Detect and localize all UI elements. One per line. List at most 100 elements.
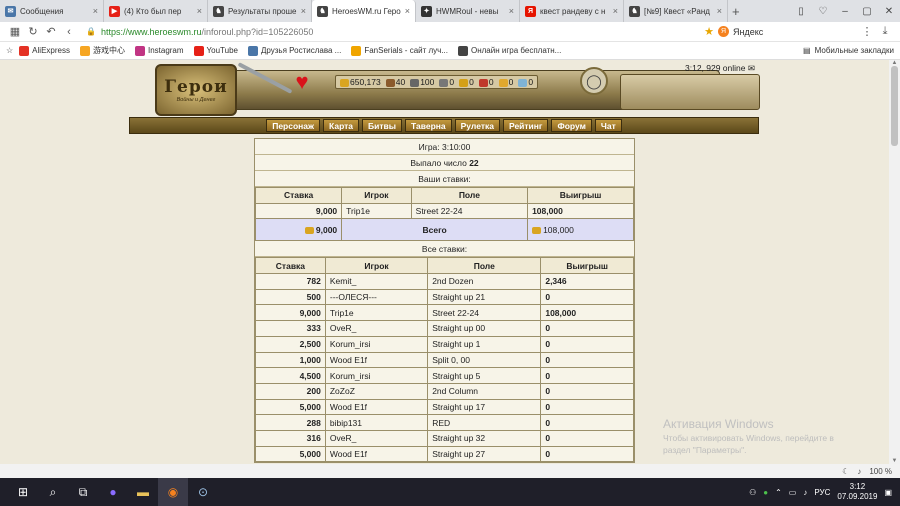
bookmark-item[interactable]: YouTube xyxy=(193,45,238,56)
win-cell: 0 xyxy=(540,320,634,337)
menu-item[interactable]: Битвы xyxy=(362,119,403,132)
minimize-button[interactable]: – xyxy=(834,6,856,17)
lang-indicator[interactable]: РУС xyxy=(814,488,830,497)
reload-icon[interactable]: ↻ xyxy=(24,25,42,38)
menu-item[interactable]: Карта xyxy=(323,119,360,132)
heart-icon[interactable]: ♥ xyxy=(287,68,317,96)
close-window-button[interactable]: ✕ xyxy=(878,6,900,17)
tray-chevron-icon[interactable]: ⌃ xyxy=(775,488,782,497)
envelope-icon[interactable]: ✉ xyxy=(748,63,755,73)
file-explorer-icon[interactable]: ▬ xyxy=(128,478,158,506)
extensions-icon[interactable]: ⋮ xyxy=(858,25,876,38)
tab-5[interactable]: Яквест рандеву с н × xyxy=(520,0,624,22)
bookmark-item[interactable]: Instagram xyxy=(134,45,184,56)
bookmark-item[interactable]: AliExpress xyxy=(19,45,70,56)
bookmark-item[interactable]: 游戏中心 xyxy=(79,45,125,56)
star-icon[interactable]: ☆ xyxy=(6,46,13,55)
menu-item[interactable]: Персонаж xyxy=(266,119,321,132)
bookmarks-panel-icon[interactable]: ▯ xyxy=(790,6,812,17)
player-cell[interactable]: ---ОЛЕСЯ--- xyxy=(324,288,429,306)
ring-icon[interactable]: ◯ xyxy=(580,67,608,95)
tab-close-icon[interactable]: × xyxy=(298,6,306,16)
download-icon[interactable]: ⤓ xyxy=(876,25,894,38)
menu-item[interactable]: Чат xyxy=(594,119,622,132)
menu-item[interactable]: Форум xyxy=(551,119,592,132)
player-cell[interactable]: Korum_irsi xyxy=(324,335,429,353)
url-path: /inforoul.php?id=105226050 xyxy=(201,26,314,37)
url-field[interactable]: 🔒 https://www.heroeswm.ru/inforoul.php?i… xyxy=(86,27,700,37)
folder-icon: ▤ xyxy=(803,46,811,55)
player-cell[interactable]: Korum_irsi xyxy=(324,367,429,384)
tab-1[interactable]: ▶ (4) Кто был пер × xyxy=(104,0,208,22)
player-cell[interactable]: OveR_ xyxy=(324,320,429,337)
player-cell[interactable]: bibip131 xyxy=(324,414,429,431)
tab-close-icon[interactable]: × xyxy=(194,6,202,16)
tab-close-icon[interactable]: × xyxy=(402,6,410,16)
mobile-bookmarks[interactable]: ▤ Мобильные закладки xyxy=(803,46,894,55)
new-tab-button[interactable]: + xyxy=(732,0,748,22)
bet-cell: 500 xyxy=(255,288,326,306)
tray-app-icon[interactable]: ● xyxy=(763,488,768,497)
tab-2[interactable]: ♞ Результаты проше × xyxy=(208,0,312,22)
column-header: Поле xyxy=(410,187,529,204)
clock[interactable]: 3:12 07.09.2019 xyxy=(837,482,877,502)
resource-value: 0 xyxy=(469,77,474,87)
player-cell[interactable]: ZoZoZ xyxy=(324,382,429,400)
player-cell[interactable]: Wood E1f xyxy=(324,351,429,369)
bookmark-item[interactable]: Друзья Ростислава ... xyxy=(247,45,341,56)
game-logo[interactable]: Герои Войны и Денег xyxy=(155,64,237,116)
search-icon[interactable]: ⌕ xyxy=(38,478,68,506)
player-cell[interactable]: Wood E1f xyxy=(324,445,429,463)
yandex-browser-icon[interactable]: ◉ xyxy=(158,478,188,506)
tab-4[interactable]: ✦ HWMRoul - невы × xyxy=(416,0,520,22)
resource-item: 0 xyxy=(459,77,474,87)
bookmarks-bar: ☆ AliExpress 游戏中心 Instagram YouTube Друзья Р… xyxy=(0,42,900,60)
win-cell: 0 xyxy=(540,335,634,353)
bookmark-star-icon[interactable]: ★ xyxy=(700,25,718,38)
steam-icon[interactable]: ⊙ xyxy=(188,478,218,506)
search-field[interactable]: Я Яндекс xyxy=(718,26,858,37)
bookmark-item[interactable]: Онлайн игра бесплатн... xyxy=(458,45,561,56)
undo-close-icon[interactable]: ↶ xyxy=(42,25,60,38)
column-header: Выигрыш xyxy=(540,257,634,275)
player-cell[interactable]: Wood E1f xyxy=(324,398,429,416)
resource-bar: 650,173 40 100 0 0 0 0 0 xyxy=(335,75,539,89)
tab-6[interactable]: ♞ [№9] Квест «Ранд × xyxy=(624,0,728,22)
alice-icon[interactable]: ● xyxy=(98,478,128,506)
tab-close-icon[interactable]: × xyxy=(610,6,618,16)
task-view-icon[interactable]: ⧉ xyxy=(68,478,98,506)
network-icon[interactable]: ▭ xyxy=(789,488,797,497)
maximize-button[interactable]: ▢ xyxy=(856,6,878,17)
tab-3[interactable]: ♞ HeroesWM.ru Геро × xyxy=(312,0,416,22)
menu-item[interactable]: Таверна xyxy=(405,119,452,132)
field-cell: Straight up 1 xyxy=(427,335,542,353)
resource-value: 0 xyxy=(449,77,455,87)
night-mode-icon[interactable]: ☾ xyxy=(842,467,849,476)
field-cell: Straight up 17 xyxy=(427,398,542,416)
protect-icon[interactable]: ♡ xyxy=(812,6,834,17)
tab-close-icon[interactable]: × xyxy=(90,6,98,16)
online-status: 3:12, 929 online ✉ xyxy=(685,63,755,74)
tab-close-icon[interactable]: × xyxy=(714,6,722,16)
notifications-icon[interactable]: ▣ xyxy=(884,488,892,497)
windows-start-icon[interactable]: ⊞ xyxy=(8,478,38,506)
sound-icon[interactable]: ♪ xyxy=(857,467,861,476)
menu-item[interactable]: Рулетка xyxy=(454,119,500,132)
player-cell[interactable]: Kemit_ xyxy=(324,273,429,290)
back-button[interactable]: ‹ xyxy=(60,26,78,38)
table-row: 288 bibip131 RED 0 xyxy=(255,414,634,431)
menu-item[interactable]: Рейтинг xyxy=(502,119,549,132)
tab-0[interactable]: ✉ Сообщения × xyxy=(0,0,104,22)
player-cell[interactable]: Trip1e xyxy=(341,202,412,220)
zoom-level[interactable]: 100 % xyxy=(869,467,892,476)
user-icon[interactable]: ⚇ xyxy=(749,488,756,497)
scrollbar-thumb[interactable] xyxy=(891,66,898,146)
volume-icon[interactable]: ♪ xyxy=(803,488,807,497)
bookmark-item[interactable]: FanSerials - сайт луч... xyxy=(351,45,448,56)
player-cell[interactable]: OveR_ xyxy=(324,429,429,447)
page-scrollbar[interactable]: ▲ ▼ xyxy=(889,60,900,464)
player-cell[interactable]: Trip1e xyxy=(324,304,429,322)
tab-close-icon[interactable]: × xyxy=(506,6,514,16)
bookmark-favicon-icon xyxy=(247,45,258,56)
menu-grid-icon[interactable]: ▦ xyxy=(6,25,24,38)
